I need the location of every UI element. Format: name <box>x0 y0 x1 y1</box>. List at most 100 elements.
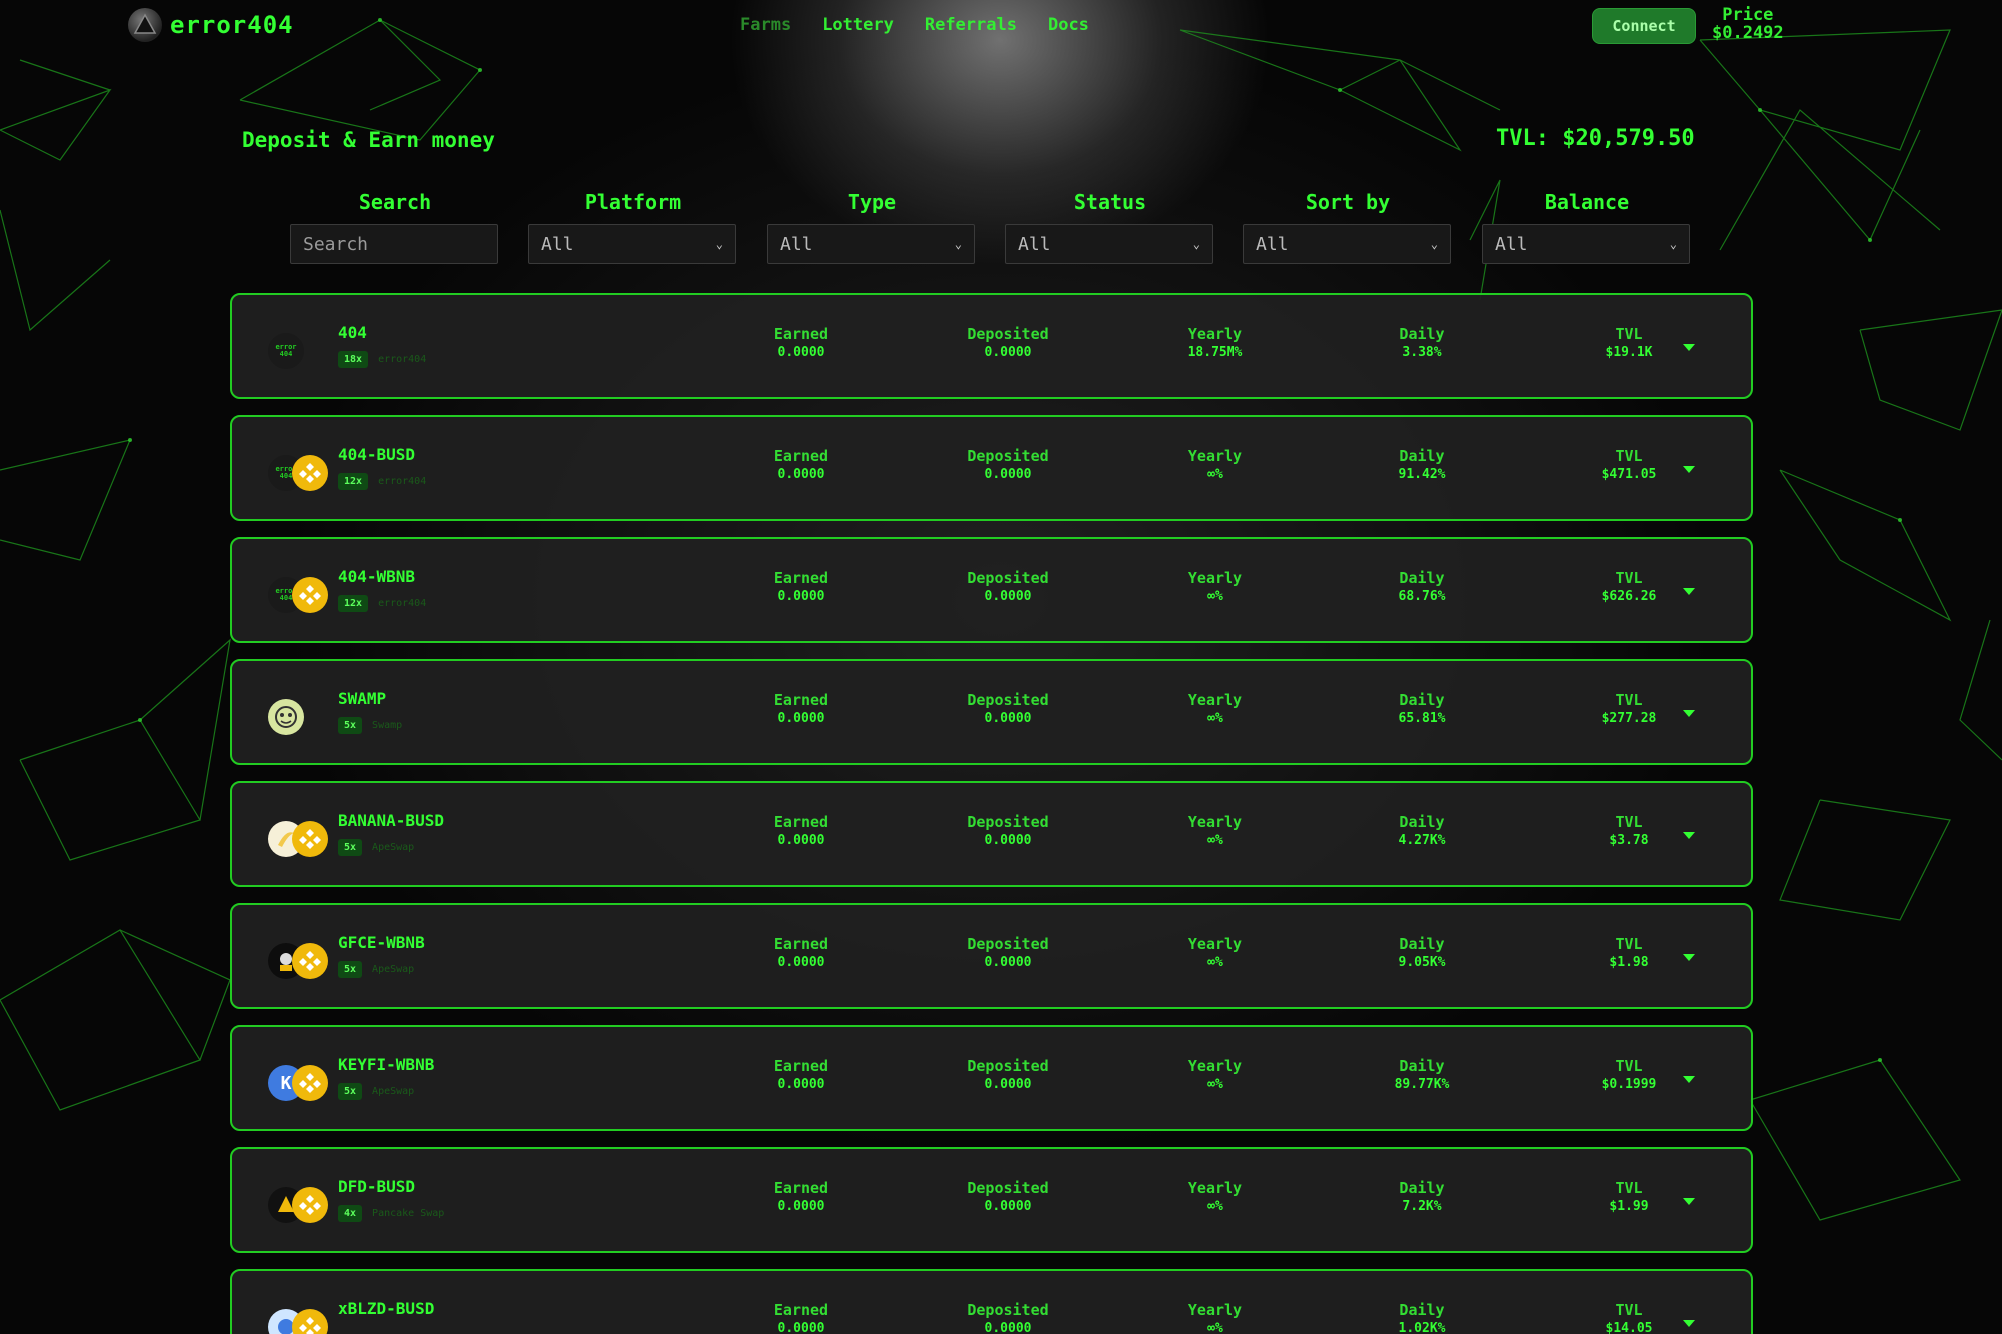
daily-label: Daily <box>1399 447 1445 465</box>
farm-card[interactable]: error 404 404-WBNB 12x error404 Earned 0.0… <box>230 537 1753 643</box>
deposited-value: 0.0000 <box>984 467 1032 482</box>
type-label: Type <box>847 190 897 214</box>
platform-select[interactable]: All ⌄ <box>528 224 736 264</box>
deposited-stat: Deposited 0.0000 <box>928 1057 1088 1092</box>
daily-stat: Daily 9.05K% <box>1342 935 1502 970</box>
status-filter: Status All ⌄ <box>1005 190 1215 264</box>
farm-name: KEYFI-WBNB <box>338 1055 435 1074</box>
farm-name: 404 <box>338 323 367 342</box>
deposited-stat: Deposited 0.0000 <box>928 1301 1088 1334</box>
page-title: Deposit & Earn money <box>242 128 495 152</box>
earned-value: 0.0000 <box>777 955 825 970</box>
multiplier-badge: 5x <box>338 839 363 856</box>
multiplier-badge: 12x <box>338 595 369 612</box>
deposited-value: 0.0000 <box>984 1077 1032 1092</box>
chevron-down-icon: ⌄ <box>1430 237 1438 251</box>
earned-label: Earned <box>773 935 829 953</box>
farm-card[interactable]: DFD-BUSD 4x Pancake Swap Earned 0.0000 De… <box>230 1147 1753 1253</box>
earned-value: 0.0000 <box>777 467 825 482</box>
daily-stat: Daily 91.42% <box>1342 447 1502 482</box>
multiplier-badge: 5x <box>338 961 363 978</box>
yearly-stat: Yearly ∞% <box>1135 569 1295 604</box>
yearly-value: ∞% <box>1207 711 1223 726</box>
platform-name: Swamp <box>372 720 403 731</box>
busd-token-icon <box>292 455 328 491</box>
yearly-value: ∞% <box>1207 1199 1223 1214</box>
earned-label: Earned <box>773 691 829 709</box>
farm-card[interactable]: error 404 404 18x error404 Earned 0.0000 D… <box>230 293 1753 399</box>
farm-name: DFD-BUSD <box>338 1177 416 1196</box>
expand-caret-icon[interactable] <box>1681 1070 1697 1083</box>
balance-filter: Balance All ⌄ <box>1482 190 1692 264</box>
balance-select-value: All <box>1495 233 1528 255</box>
search-input[interactable] <box>303 233 485 255</box>
deposited-value: 0.0000 <box>984 833 1032 848</box>
farm-card[interactable]: GFCE-WBNB 5x ApeSwap Earned 0.0000 Deposi… <box>230 903 1753 1009</box>
expand-caret-icon[interactable] <box>1681 460 1697 473</box>
sort-select[interactable]: All ⌄ <box>1243 224 1451 264</box>
nav-farms[interactable]: Farms <box>740 15 791 35</box>
nav-lottery[interactable]: Lottery <box>822 15 894 35</box>
deposited-label: Deposited <box>967 325 1049 343</box>
farm-name: SWAMP <box>338 689 387 708</box>
connect-wallet-button[interactable]: Connect <box>1592 8 1696 44</box>
type-filter: Type All ⌄ <box>767 190 977 264</box>
platform-filter: Platform All ⌄ <box>528 190 738 264</box>
farm-card[interactable]: error 404 404-BUSD 12x error404 Earned 0.0… <box>230 415 1753 521</box>
expand-caret-icon[interactable] <box>1681 826 1697 839</box>
farm-card[interactable]: xBLZD-BUSD Earned 0.0000 Deposited 0.0000 … <box>230 1269 1753 1334</box>
expand-caret-icon[interactable] <box>1681 582 1697 595</box>
deposited-label: Deposited <box>967 447 1049 465</box>
status-label: Status <box>1073 190 1147 214</box>
yearly-label: Yearly <box>1187 447 1243 465</box>
earned-label: Earned <box>773 1301 829 1319</box>
logo[interactable]: error404 <box>128 8 294 42</box>
type-select[interactable]: All ⌄ <box>767 224 975 264</box>
expand-caret-icon[interactable] <box>1681 1314 1697 1327</box>
farm-meta: 12x error404 <box>338 595 426 612</box>
farm-meta: 12x error404 <box>338 473 426 490</box>
balance-select[interactable]: All ⌄ <box>1482 224 1690 264</box>
farm-meta: 5x ApeSwap <box>338 961 414 978</box>
earned-value: 0.0000 <box>777 345 825 360</box>
farm-card[interactable]: SWAMP 5x Swamp Earned 0.0000 Deposited 0.0… <box>230 659 1753 765</box>
busd-token-icon <box>292 821 328 857</box>
nav-docs[interactable]: Docs <box>1048 15 1089 35</box>
expand-caret-icon[interactable] <box>1681 338 1697 351</box>
yearly-stat: Yearly ∞% <box>1135 1301 1295 1334</box>
deposited-label: Deposited <box>967 1179 1049 1197</box>
daily-stat: Daily 65.81% <box>1342 691 1502 726</box>
earned-value: 0.0000 <box>777 833 825 848</box>
daily-value: 68.76% <box>1398 589 1446 604</box>
nav-referrals[interactable]: Referrals <box>925 15 1017 35</box>
yearly-value: ∞% <box>1207 1077 1223 1092</box>
farm-card[interactable]: K KEYFI-WBNB 5x ApeSwap Earned 0.0000 Dep… <box>230 1025 1753 1131</box>
farm-name: BANANA-BUSD <box>338 811 444 830</box>
earned-value: 0.0000 <box>777 711 825 726</box>
platform-name: error404 <box>378 354 427 365</box>
farm-name: GFCE-WBNB <box>338 933 425 952</box>
yearly-value: ∞% <box>1207 955 1223 970</box>
farm-meta: 5x ApeSwap <box>338 839 414 856</box>
price-value: $0.2492 <box>1712 23 1784 43</box>
yearly-label: Yearly <box>1187 813 1243 831</box>
bnb-token-icon <box>292 943 328 979</box>
status-select[interactable]: All ⌄ <box>1005 224 1213 264</box>
bnb-token-icon <box>292 577 328 613</box>
daily-value: 3.38% <box>1402 345 1442 360</box>
daily-value: 9.05K% <box>1398 955 1446 970</box>
expand-caret-icon[interactable] <box>1681 1192 1697 1205</box>
farm-card[interactable]: BANANA-BUSD 5x ApeSwap Earned 0.0000 Depo… <box>230 781 1753 887</box>
token-pair-icons <box>268 819 328 859</box>
daily-label: Daily <box>1399 325 1445 343</box>
expand-caret-icon[interactable] <box>1681 948 1697 961</box>
yearly-value: ∞% <box>1207 467 1223 482</box>
yearly-value: ∞% <box>1207 589 1223 604</box>
expand-caret-icon[interactable] <box>1681 704 1697 717</box>
yearly-value: 18.75M% <box>1187 345 1243 360</box>
daily-label: Daily <box>1399 569 1445 587</box>
yearly-stat: Yearly ∞% <box>1135 813 1295 848</box>
type-select-value: All <box>780 233 813 255</box>
earned-stat: Earned 0.0000 <box>721 813 881 848</box>
multiplier-badge: 4x <box>338 1205 363 1222</box>
